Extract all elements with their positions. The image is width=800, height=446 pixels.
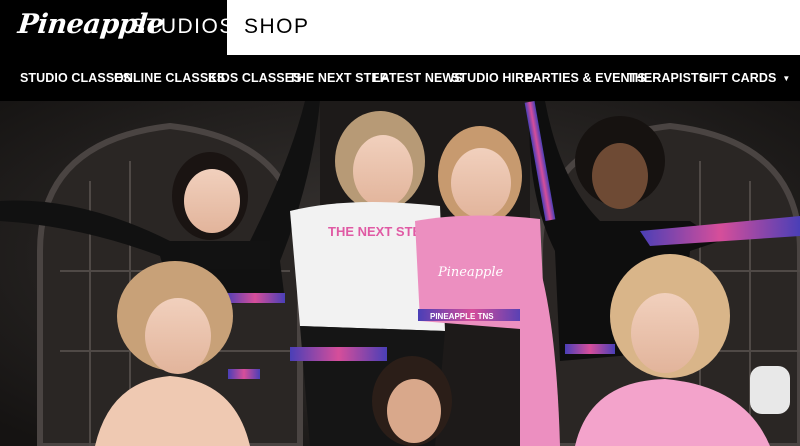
shop-label: SHOP [244,15,310,38]
shirt-print-pineapple: Pineapple [437,265,504,280]
brand-logo[interactable]: Pineapple STUDIOS [0,0,233,55]
nav-item-kids-classes[interactable]: KIDS CLASSES [208,71,302,85]
shop-tab[interactable]: SHOP [227,0,800,55]
hero-image: THE NEXT STEP Pineapple PINEAPPLE TNS [0,101,800,446]
logo-studios-text: STUDIOS [131,15,235,38]
hero-banner: THE NEXT STEP Pineapple PINEAPPLE TNS [0,101,800,446]
nav-item-latest-news[interactable]: LATEST NEWS [373,71,463,85]
nav-item-therapists[interactable]: THERAPISTS [627,71,707,85]
nav-item-gift-cards-label: GIFT CARDS [699,71,777,85]
chevron-down-icon: ▼ [782,74,791,84]
waistband-print: PINEAPPLE TNS [430,312,494,321]
nav-item-studio-hire[interactable]: STUDIO HIRE [451,71,533,85]
site-header: Pineapple STUDIOS SHOP [0,0,800,55]
nav-item-gift-cards[interactable]: GIFT CARDS ▼ [699,71,790,85]
main-navigation: STUDIO CLASSES ONLINE CLASSES KIDS CLASS… [0,55,800,101]
shirt-print-tns: THE NEXT STEP [328,224,430,239]
